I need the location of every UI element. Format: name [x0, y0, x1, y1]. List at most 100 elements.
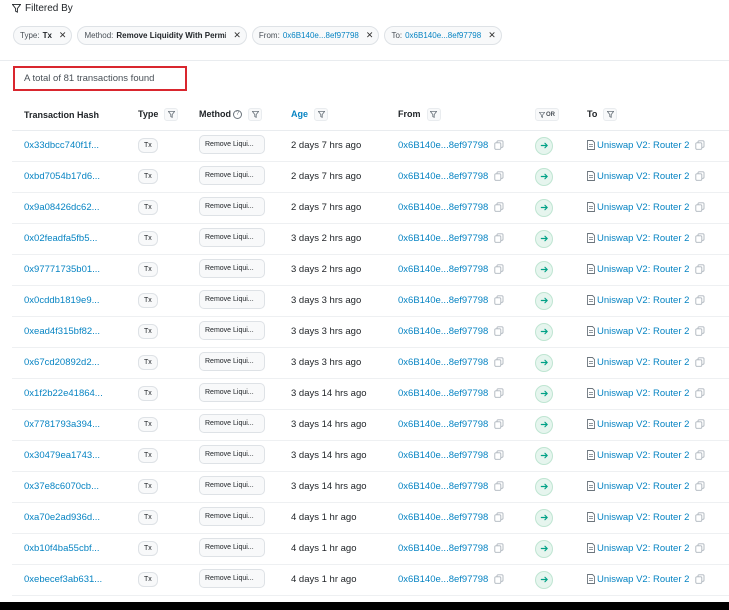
from-address-link[interactable]: 0x6B140e...8ef97798 [398, 450, 488, 461]
from-address-link[interactable]: 0x6B140e...8ef97798 [398, 171, 488, 182]
to-cell: Uniswap V2: Router 2 [575, 316, 729, 348]
age-toggle-link[interactable]: Age [291, 109, 308, 119]
from-address-link[interactable]: 0x6B140e...8ef97798 [398, 140, 488, 151]
copy-icon[interactable] [695, 450, 705, 461]
copy-icon[interactable] [695, 171, 705, 182]
filter-chip-value: 0x6B140e...8ef97798 [405, 31, 482, 40]
transaction-hash-link[interactable]: 0x7781793a394... [24, 419, 100, 430]
copy-icon[interactable] [695, 388, 705, 399]
close-icon[interactable]: ✕ [366, 30, 374, 41]
from-address-link[interactable]: 0x6B140e...8ef97798 [398, 512, 488, 523]
close-icon[interactable]: ✕ [233, 30, 241, 41]
direction-cell [523, 192, 575, 224]
from-address-link[interactable]: 0x6B140e...8ef97798 [398, 357, 488, 368]
transaction-hash-link[interactable]: 0x9a08426dc62... [24, 202, 100, 213]
close-icon[interactable]: ✕ [59, 30, 67, 41]
close-icon[interactable]: ✕ [488, 30, 496, 41]
to-address-link[interactable]: Uniswap V2: Router 2 [597, 481, 689, 492]
copy-icon[interactable] [494, 388, 504, 399]
from-address-link[interactable]: 0x6B140e...8ef97798 [398, 388, 488, 399]
transaction-hash-link[interactable]: 0xbd7054b17d6... [24, 171, 100, 182]
copy-icon[interactable] [494, 481, 504, 492]
copy-icon[interactable] [695, 140, 705, 151]
copy-icon[interactable] [695, 264, 705, 275]
copy-icon[interactable] [695, 419, 705, 430]
to-address-link[interactable]: Uniswap V2: Router 2 [597, 450, 689, 461]
transaction-hash-link[interactable]: 0x02feadfa5fb5... [24, 233, 97, 244]
to-address-link[interactable]: Uniswap V2: Router 2 [597, 543, 689, 554]
from-address-link[interactable]: 0x6B140e...8ef97798 [398, 233, 488, 244]
to-address-link[interactable]: Uniswap V2: Router 2 [597, 295, 689, 306]
to-address-link[interactable]: Uniswap V2: Router 2 [597, 233, 689, 244]
copy-icon[interactable] [494, 202, 504, 213]
to-address-link[interactable]: Uniswap V2: Router 2 [597, 202, 689, 213]
copy-icon[interactable] [494, 543, 504, 554]
from-address-link[interactable]: 0x6B140e...8ef97798 [398, 419, 488, 430]
copy-icon[interactable] [695, 202, 705, 213]
method-badge: Remove Liqui... [199, 227, 265, 247]
from-address-link[interactable]: 0x6B140e...8ef97798 [398, 481, 488, 492]
transaction-hash-link[interactable]: 0x67cd20892d2... [24, 357, 100, 368]
transaction-hash-link[interactable]: 0x30479ea1743... [24, 450, 100, 461]
from-address-link[interactable]: 0x6B140e...8ef97798 [398, 295, 488, 306]
copy-icon[interactable] [695, 481, 705, 492]
table-row: 0x1f2b22e41864... Tx Remove Liqui... 3 days… [12, 378, 729, 410]
copy-icon[interactable] [494, 512, 504, 523]
from-cell: 0x6B140e...8ef97798 [386, 130, 523, 162]
age-filter-button[interactable] [314, 108, 329, 122]
copy-icon[interactable] [494, 264, 504, 275]
copy-icon[interactable] [695, 357, 705, 368]
to-address-link[interactable]: Uniswap V2: Router 2 [597, 326, 689, 337]
transaction-hash-link[interactable]: 0xebecef3ab631... [24, 574, 102, 585]
copy-icon[interactable] [494, 233, 504, 244]
or-filter-button[interactable]: OR [535, 108, 559, 122]
transaction-hash-link[interactable]: 0x37e8c6070cb... [24, 481, 99, 492]
info-icon[interactable]: ? [233, 110, 242, 120]
copy-icon[interactable] [695, 233, 705, 244]
to-address-link[interactable]: Uniswap V2: Router 2 [597, 140, 689, 151]
copy-icon[interactable] [494, 450, 504, 461]
copy-icon[interactable] [695, 295, 705, 306]
type-cell: Tx [126, 316, 187, 348]
to-address-link[interactable]: Uniswap V2: Router 2 [597, 388, 689, 399]
copy-icon[interactable] [695, 326, 705, 337]
from-address-link[interactable]: 0x6B140e...8ef97798 [398, 543, 488, 554]
transaction-hash-link[interactable]: 0xb10f4ba55cbf... [24, 543, 100, 554]
copy-icon[interactable] [695, 574, 705, 585]
transaction-hash-link[interactable]: 0x0cddb1819e9... [24, 295, 100, 306]
transaction-hash-link[interactable]: 0x97771735b01... [24, 264, 100, 275]
transaction-hash-link[interactable]: 0xa70e2ad936d... [24, 512, 100, 523]
from-address-link[interactable]: 0x6B140e...8ef97798 [398, 326, 488, 337]
to-address-link[interactable]: Uniswap V2: Router 2 [597, 264, 689, 275]
funnel-icon [606, 111, 614, 119]
filter-chip-value: Tx [42, 31, 52, 40]
from-filter-button[interactable] [426, 108, 441, 122]
transaction-hash-link[interactable]: 0x33dbcc740f1f... [24, 140, 99, 151]
copy-icon[interactable] [494, 419, 504, 430]
table-row: 0x02feadfa5fb5... Tx Remove Liqui... 3 days… [12, 223, 729, 255]
method-filter-button[interactable] [248, 108, 262, 122]
copy-icon[interactable] [494, 357, 504, 368]
to-address-link[interactable]: Uniswap V2: Router 2 [597, 171, 689, 182]
to-filter-button[interactable] [603, 108, 618, 122]
from-address-link[interactable]: 0x6B140e...8ef97798 [398, 264, 488, 275]
copy-icon[interactable] [695, 512, 705, 523]
type-cell: Tx [126, 192, 187, 224]
to-address-link[interactable]: Uniswap V2: Router 2 [597, 419, 689, 430]
to-address-link[interactable]: Uniswap V2: Router 2 [597, 512, 689, 523]
to-address-link[interactable]: Uniswap V2: Router 2 [597, 357, 689, 368]
copy-icon[interactable] [494, 140, 504, 151]
from-cell: 0x6B140e...8ef97798 [386, 161, 523, 193]
copy-icon[interactable] [494, 574, 504, 585]
from-address-link[interactable]: 0x6B140e...8ef97798 [398, 202, 488, 213]
method-cell: Remove Liqui... [187, 316, 279, 348]
from-address-link[interactable]: 0x6B140e...8ef97798 [398, 574, 488, 585]
copy-icon[interactable] [494, 295, 504, 306]
copy-icon[interactable] [695, 543, 705, 554]
transaction-hash-link[interactable]: 0x1f2b22e41864... [24, 388, 103, 399]
copy-icon[interactable] [494, 326, 504, 337]
type-filter-button[interactable] [164, 108, 179, 122]
transaction-hash-link[interactable]: 0xead4f315bf82... [24, 326, 100, 337]
copy-icon[interactable] [494, 171, 504, 182]
to-address-link[interactable]: Uniswap V2: Router 2 [597, 574, 689, 585]
